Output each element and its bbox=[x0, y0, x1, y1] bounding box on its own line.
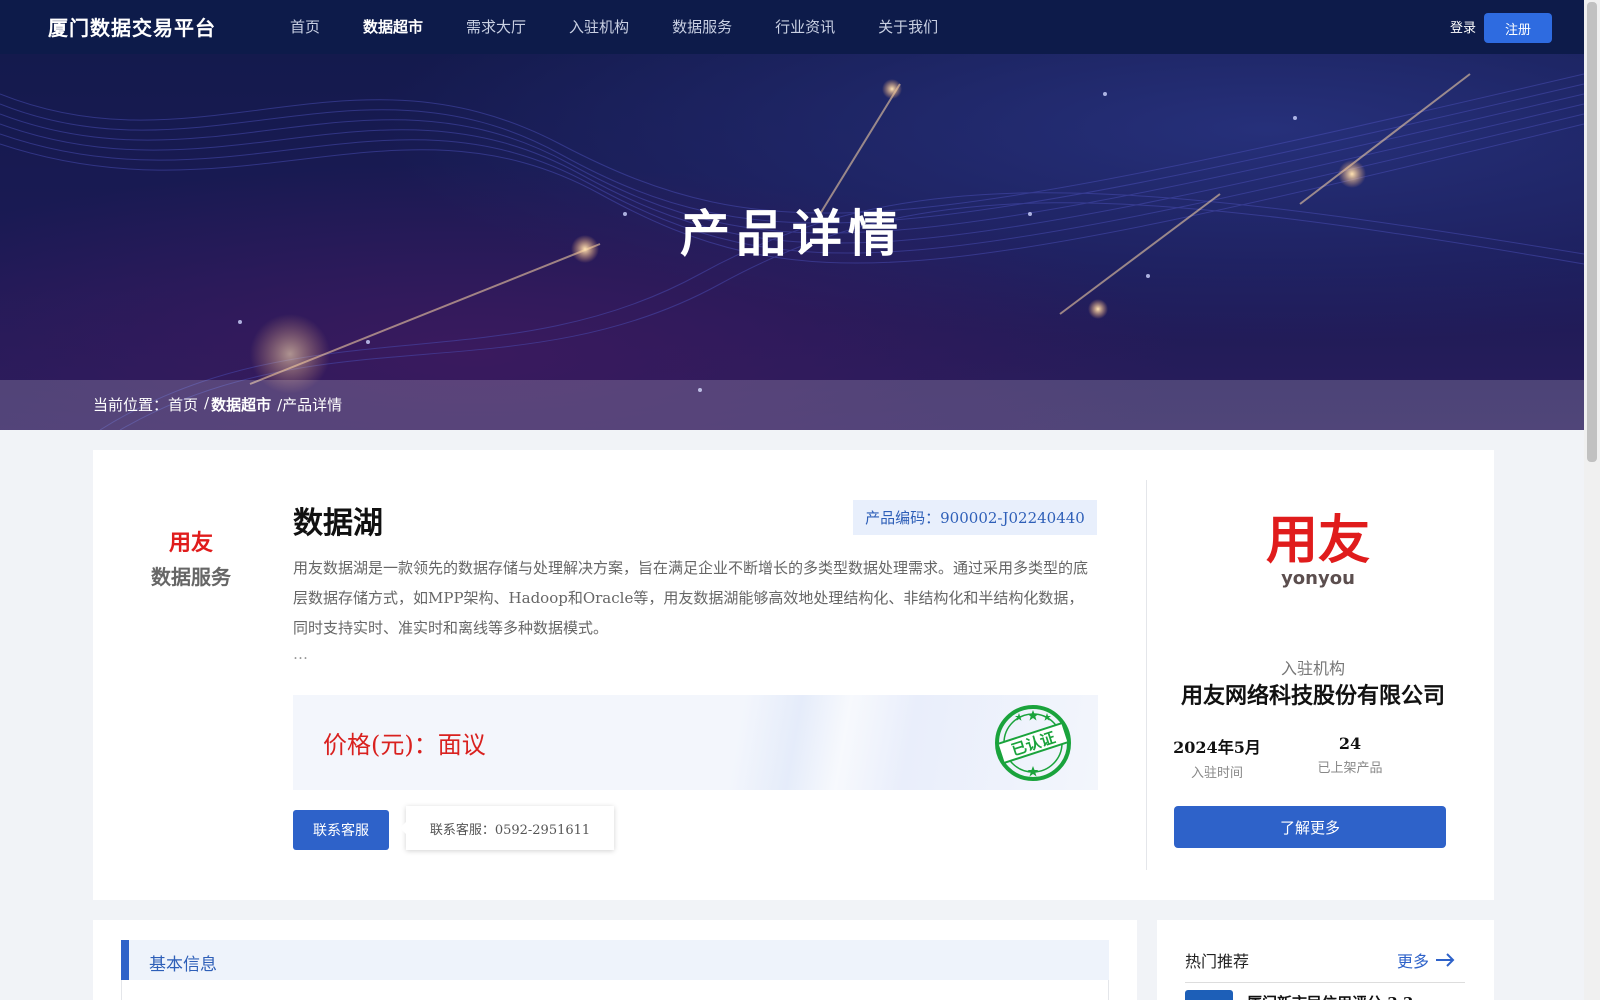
product-description: 用友数据湖是一款领先的数据存储与处理解决方案，旨在满足企业不断增长的多类型数据处… bbox=[293, 559, 1089, 637]
hot-more-link[interactable]: 更多 bbox=[1397, 948, 1455, 972]
login-link[interactable]: 登录 bbox=[1450, 17, 1476, 36]
org-logo[interactable]: 用友 yonyou bbox=[1243, 510, 1393, 620]
nav-about-us[interactable]: 关于我们 bbox=[878, 16, 938, 37]
org-logo-text: 用友 bbox=[1265, 511, 1370, 571]
nav-data-services[interactable]: 数据服务 bbox=[672, 16, 732, 37]
hot-item-title[interactable]: 厦门新市民信用评分 3.3 bbox=[1247, 992, 1413, 1000]
product-code-badge: 产品编码：900002-J02240440 bbox=[853, 500, 1097, 535]
breadcrumb-home[interactable]: 首页 bbox=[168, 394, 198, 415]
description-ellipsis[interactable]: … bbox=[293, 645, 308, 663]
breadcrumb-section[interactable]: 数据超市 bbox=[211, 394, 271, 415]
hot-recommend-title: 热门推荐 bbox=[1185, 952, 1250, 971]
hero-banner: 产品详情 bbox=[0, 54, 1584, 430]
breadcrumb-current: /产品详情 bbox=[277, 396, 343, 414]
basic-info-panel: 基本信息 bbox=[93, 920, 1137, 1000]
scrollbar-thumb[interactable] bbox=[1587, 2, 1597, 462]
nav-institutions[interactable]: 入驻机构 bbox=[569, 16, 629, 37]
card-divider bbox=[1146, 480, 1147, 870]
hot-recommend-panel: 热门推荐 更多 厦门新市民信用评分 3.3 bbox=[1157, 920, 1494, 1000]
main-nav: 首页 数据超市 需求大厅 入驻机构 数据服务 行业资讯 关于我们 bbox=[290, 16, 981, 37]
product-title: 数据湖 bbox=[293, 506, 383, 541]
product-card: 用友 数据服务 数据湖 产品编码：900002-J02240440 用友数据湖是… bbox=[93, 450, 1494, 900]
page-scrollbar[interactable] bbox=[1584, 0, 1600, 1000]
basic-info-header: 基本信息 bbox=[121, 940, 1109, 980]
site-logo[interactable]: 厦门数据交易平台 bbox=[48, 12, 216, 41]
join-time-stat: 2024年5月 入驻时间 bbox=[1157, 734, 1277, 781]
nav-data-market[interactable]: 数据超市 bbox=[363, 16, 423, 37]
org-label: 入驻机构 bbox=[1280, 659, 1345, 678]
page-title: 产品详情 bbox=[680, 205, 904, 263]
price-box: 价格(元)：面议 已认证 bbox=[293, 695, 1098, 790]
certified-stamp-icon: 已认证 bbox=[995, 705, 1071, 781]
contact-service-button[interactable]: 联系客服 bbox=[293, 810, 389, 850]
top-navbar: 厦门数据交易平台 首页 数据超市 需求大厅 入驻机构 数据服务 行业资讯 关于我… bbox=[0, 0, 1584, 54]
breadcrumb-prefix: 当前位置： bbox=[93, 396, 169, 414]
hot-item-thumbnail[interactable] bbox=[1185, 990, 1233, 1000]
price-text: 价格(元)：面议 bbox=[323, 731, 486, 759]
breadcrumb: 当前位置： 首页 / 数据超市 /产品详情 bbox=[93, 394, 348, 415]
nav-home[interactable]: 首页 bbox=[290, 16, 320, 37]
brand-logo-bottom: 数据服务 bbox=[151, 565, 231, 589]
products-label: 已上架产品 bbox=[1317, 761, 1383, 776]
contact-phone-popup: 联系客服：0592-2951611 bbox=[400, 806, 614, 850]
join-time-value: 2024年5月 bbox=[1173, 738, 1261, 757]
nav-demand-hall[interactable]: 需求大厅 bbox=[466, 16, 526, 37]
hot-divider bbox=[1185, 982, 1465, 983]
breadcrumb-separator: / bbox=[204, 394, 210, 412]
brand-logo-top: 用友 bbox=[168, 531, 213, 556]
basic-info-title: 基本信息 bbox=[149, 955, 217, 975]
products-count: 24 bbox=[1338, 734, 1362, 753]
learn-more-button[interactable]: 了解更多 bbox=[1174, 806, 1446, 848]
join-time-label: 入驻时间 bbox=[1190, 766, 1243, 781]
register-button[interactable]: 注册 bbox=[1484, 13, 1552, 43]
product-brand-logo: 用友 数据服务 bbox=[143, 525, 239, 590]
nav-industry-news[interactable]: 行业资讯 bbox=[775, 16, 835, 37]
products-stat: 24 已上架产品 bbox=[1290, 734, 1410, 776]
basic-info-body bbox=[121, 980, 1109, 1000]
org-name[interactable]: 用友网络科技股份有限公司 bbox=[1163, 678, 1463, 710]
hot-more-label: 更多 bbox=[1397, 952, 1430, 971]
arrow-right-icon bbox=[1436, 953, 1455, 967]
